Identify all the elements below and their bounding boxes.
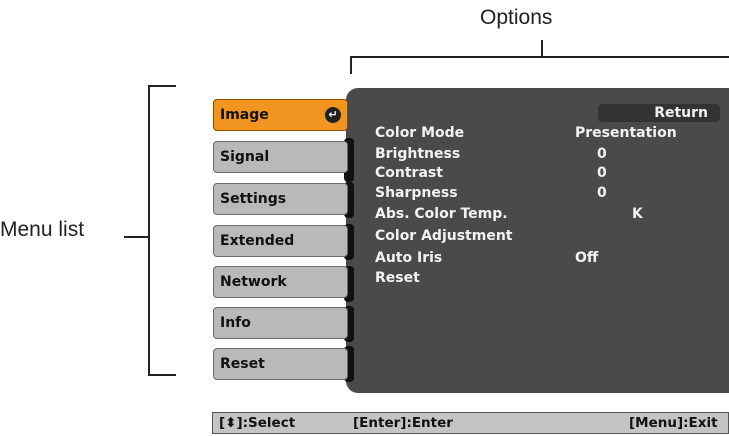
menu-tab-label: Info: [220, 315, 251, 331]
option-color-mode-value: Presentation: [575, 125, 677, 141]
option-color-adjustment[interactable]: Color Adjustment: [375, 228, 512, 244]
menu-list-pointer-line: [124, 236, 148, 238]
menu-tab-info[interactable]: Info: [213, 307, 348, 339]
menu-tab-signal[interactable]: Signal: [213, 141, 348, 173]
menu-tab-network[interactable]: Network: [213, 266, 348, 298]
menu-tab-label: Image: [220, 107, 269, 123]
menu-tab-label: Reset: [220, 356, 265, 372]
option-abs-color-temp[interactable]: Abs. Color Temp.: [375, 206, 508, 222]
enter-hint: [Enter]:Enter: [353, 415, 453, 431]
option-brightness[interactable]: Brightness: [375, 146, 460, 162]
options-callout-label: Options: [480, 6, 553, 29]
key-hint-bar: [⬍]:Select [Enter]:Enter [Menu]:Exit: [212, 412, 729, 434]
menu-tab-label: Signal: [220, 149, 270, 165]
menu-list-bracket-top: [148, 85, 176, 87]
options-bracket-left-tick: [350, 56, 352, 74]
return-button[interactable]: Return: [598, 104, 720, 122]
enter-icon: ↵: [325, 107, 341, 123]
select-hint: [⬍]:Select: [219, 415, 296, 431]
menu-tab-label: Settings: [220, 191, 287, 207]
option-color-mode[interactable]: Color Mode: [375, 125, 464, 141]
menu-list-bracket-vertical: [148, 85, 150, 376]
option-abs-color-temp-value: K: [632, 206, 643, 222]
menu-tab-label: Network: [220, 274, 287, 290]
menu-tab-settings[interactable]: Settings: [213, 183, 348, 215]
menu-tab-image[interactable]: Image ↵: [213, 99, 348, 131]
option-reset[interactable]: Reset: [375, 270, 420, 286]
exit-hint: [Menu]:Exit: [629, 415, 718, 431]
menu-tab-extended[interactable]: Extended: [213, 225, 348, 257]
option-sharpness-value: 0: [597, 185, 607, 201]
option-auto-iris-value: Off: [575, 250, 599, 266]
option-contrast[interactable]: Contrast: [375, 165, 443, 181]
option-contrast-value: 0: [597, 165, 607, 181]
menu-tab-reset[interactable]: Reset: [213, 348, 348, 380]
menu-tab-label: Extended: [220, 233, 295, 249]
option-brightness-value: 0: [597, 146, 607, 162]
menu-list-bracket-bottom: [148, 374, 176, 376]
options-bracket-stem: [541, 40, 543, 57]
option-auto-iris[interactable]: Auto Iris: [375, 250, 442, 266]
option-sharpness[interactable]: Sharpness: [375, 185, 458, 201]
options-bracket-bar: [350, 56, 729, 58]
menu-list-callout-label: Menu list: [0, 218, 85, 241]
